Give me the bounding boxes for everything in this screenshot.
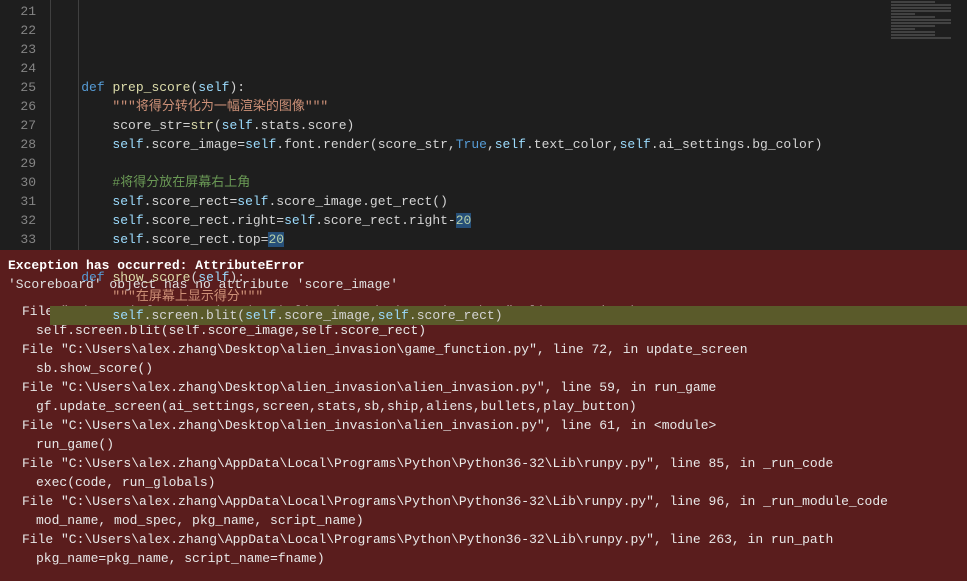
- frame-source: gf.update_screen(ai_settings,screen,stat…: [36, 397, 959, 416]
- frame-location: File "C:\Users\alex.zhang\AppData\Local\…: [22, 454, 959, 473]
- frame-location: File "C:\Users\alex.zhang\AppData\Local\…: [22, 492, 959, 511]
- line-number: 21: [0, 2, 36, 21]
- code-line[interactable]: #将得分放在屏幕右上角: [50, 173, 967, 192]
- frame-location: File "C:\Users\alex.zhang\Desktop\alien_…: [22, 378, 959, 397]
- minimap[interactable]: [887, 0, 967, 250]
- code-line[interactable]: [50, 249, 967, 268]
- code-line[interactable]: """将得分转化为一幅渲染的图像""": [50, 97, 967, 116]
- code-line[interactable]: """在屏幕上显示得分""": [50, 287, 967, 306]
- line-number: 25: [0, 78, 36, 97]
- stack-frame: File "C:\Users\alex.zhang\Desktop\alien_…: [22, 378, 959, 416]
- code-line[interactable]: [50, 154, 967, 173]
- frame-source: pkg_name=pkg_name, script_name=fname): [36, 549, 959, 568]
- stack-frame: File "C:\Users\alex.zhang\AppData\Local\…: [22, 454, 959, 492]
- code-editor[interactable]: 21222324252627282930313233 def prep_scor…: [0, 0, 967, 250]
- stack-frame: File "C:\Users\alex.zhang\AppData\Local\…: [22, 492, 959, 530]
- stack-frame: File "C:\Users\alex.zhang\Desktop\alien_…: [22, 340, 959, 378]
- line-number: 24: [0, 59, 36, 78]
- stack-frame: File "C:\Users\alex.zhang\Desktop\alien_…: [22, 416, 959, 454]
- line-number: 31: [0, 192, 36, 211]
- frame-source: sb.show_score(): [36, 359, 959, 378]
- line-number: 29: [0, 154, 36, 173]
- code-line[interactable]: self.score_image=self.font.render(score_…: [50, 135, 967, 154]
- code-line[interactable]: self.score_rect=self.score_image.get_rec…: [50, 192, 967, 211]
- code-line[interactable]: self.screen.blit(self.score_image,self.s…: [50, 306, 967, 325]
- line-number: 27: [0, 116, 36, 135]
- line-number: 28: [0, 135, 36, 154]
- frame-location: File "C:\Users\alex.zhang\AppData\Local\…: [22, 530, 959, 549]
- line-number: 26: [0, 97, 36, 116]
- code-line[interactable]: score_str=str(self.stats.score): [50, 116, 967, 135]
- code-line[interactable]: def show_score(self):: [50, 268, 967, 287]
- frame-source: mod_name, mod_spec, pkg_name, script_nam…: [36, 511, 959, 530]
- code-line[interactable]: self.score_rect.right=self.score_rect.ri…: [50, 211, 967, 230]
- traceback: File "C:\Users\alex.zhang\Desktop\alien_…: [8, 302, 959, 568]
- line-number: 22: [0, 21, 36, 40]
- code-line[interactable]: self.score_rect.top=20: [50, 230, 967, 249]
- frame-location: File "C:\Users\alex.zhang\Desktop\alien_…: [22, 340, 959, 359]
- frame-source: exec(code, run_globals): [36, 473, 959, 492]
- line-number: 23: [0, 40, 36, 59]
- stack-frame: File "C:\Users\alex.zhang\AppData\Local\…: [22, 530, 959, 568]
- line-number-gutter: 21222324252627282930313233: [0, 0, 50, 250]
- line-number: 32: [0, 211, 36, 230]
- line-number: 33: [0, 230, 36, 249]
- line-number: 30: [0, 173, 36, 192]
- frame-source: run_game(): [36, 435, 959, 454]
- frame-location: File "C:\Users\alex.zhang\Desktop\alien_…: [22, 416, 959, 435]
- code-line[interactable]: def prep_score(self):: [50, 78, 967, 97]
- code-content[interactable]: def prep_score(self): """将得分转化为一幅渲染的图像""…: [50, 0, 967, 250]
